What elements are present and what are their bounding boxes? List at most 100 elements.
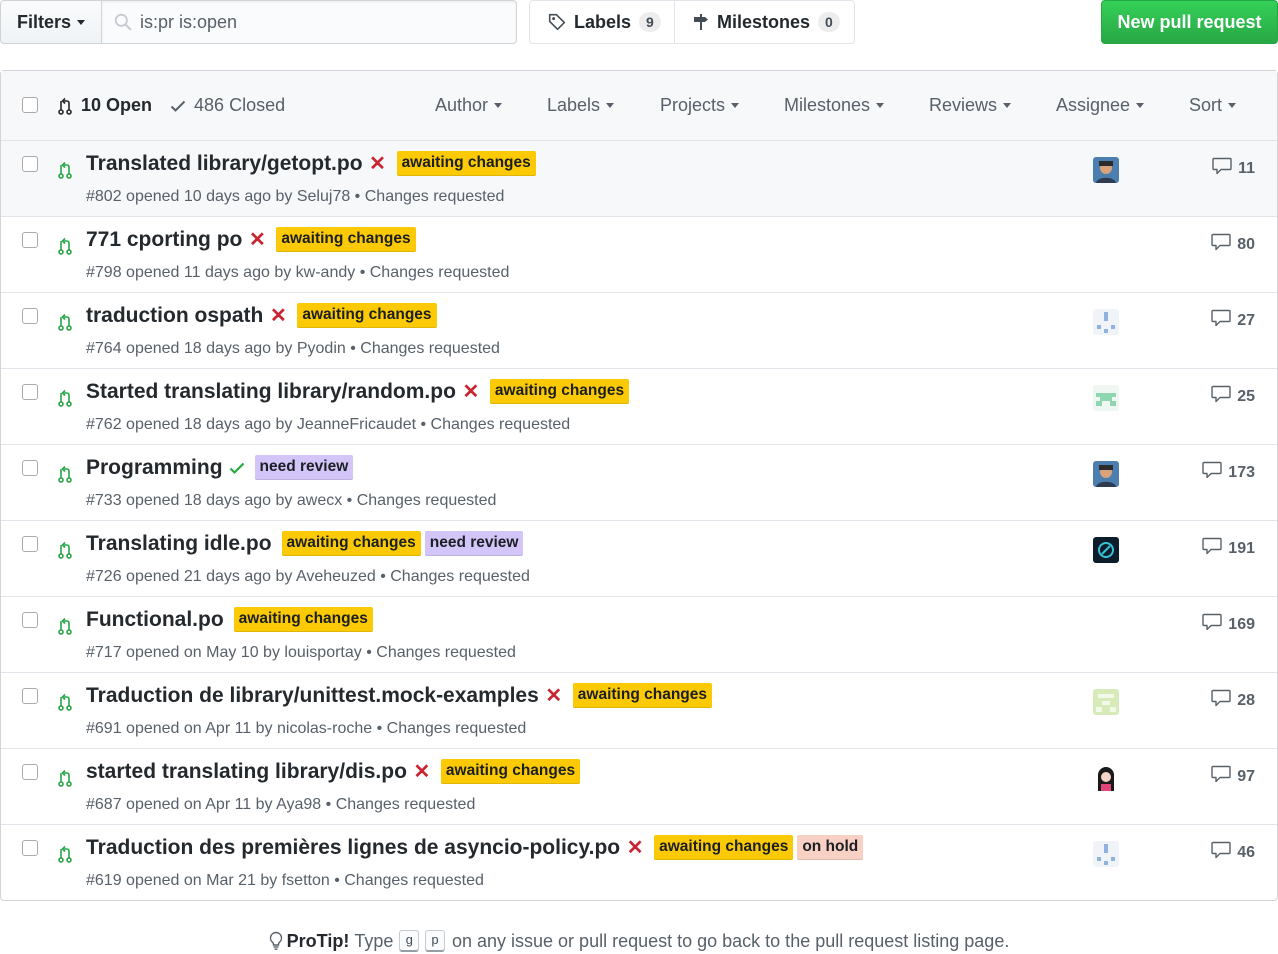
milestones-menu[interactable]: Milestones: [784, 95, 885, 116]
label-awaiting-changes[interactable]: awaiting changes: [396, 151, 536, 176]
row-checkbox[interactable]: [22, 308, 38, 324]
failure-x-icon[interactable]: ✕: [462, 379, 480, 404]
comments-link[interactable]: 25: [1211, 385, 1255, 408]
assignee-avatar[interactable]: [1093, 157, 1119, 183]
pull-request-number: #691: [86, 720, 122, 737]
pull-request-title[interactable]: started translating library/dis.po: [86, 760, 407, 784]
row-checkbox[interactable]: [22, 156, 38, 172]
label-awaiting-changes[interactable]: awaiting changes: [233, 607, 373, 632]
row-checkbox[interactable]: [22, 536, 38, 552]
pull-request-title[interactable]: Programming: [86, 456, 223, 480]
new-pull-request-button[interactable]: New pull request: [1101, 0, 1278, 44]
assignee-avatar[interactable]: [1093, 689, 1119, 715]
review-status-link[interactable]: Changes requested: [376, 644, 516, 661]
failure-x-icon[interactable]: ✕: [545, 683, 563, 708]
comments-link[interactable]: 173: [1202, 461, 1255, 484]
open-pull-request-icon: [58, 464, 72, 489]
search-input[interactable]: [140, 11, 500, 33]
review-status-link[interactable]: Changes requested: [370, 264, 510, 281]
labels-button[interactable]: Labels 9: [529, 0, 675, 44]
pull-request-title[interactable]: 771 cporting po: [86, 228, 242, 252]
comments-link[interactable]: 191: [1202, 537, 1255, 560]
author-menu[interactable]: Author: [435, 95, 503, 116]
pull-request-title[interactable]: traduction ospath: [86, 304, 263, 328]
comment-count: 28: [1237, 691, 1255, 709]
author-link[interactable]: awecx: [297, 492, 342, 509]
review-status-link[interactable]: Changes requested: [390, 568, 530, 585]
label-awaiting-changes[interactable]: awaiting changes: [654, 835, 794, 860]
review-status-link[interactable]: Changes requested: [387, 720, 527, 737]
projects-menu[interactable]: Projects: [660, 95, 740, 116]
author-link[interactable]: kw-andy: [296, 264, 356, 281]
author-link[interactable]: louisportay: [284, 644, 361, 661]
label-need-review[interactable]: need review: [254, 455, 354, 480]
lightbulb-icon: [269, 931, 282, 950]
label-awaiting-changes[interactable]: awaiting changes: [281, 531, 421, 556]
author-link[interactable]: Pyodin: [297, 340, 346, 357]
pull-request-title[interactable]: Functional.po: [86, 608, 224, 632]
label-awaiting-changes[interactable]: awaiting changes: [297, 303, 437, 328]
assignee-menu[interactable]: Assignee: [1056, 95, 1145, 116]
review-status-link[interactable]: Changes requested: [431, 416, 571, 433]
review-status-link[interactable]: Changes requested: [360, 340, 500, 357]
author-link[interactable]: JeanneFricaudet: [297, 416, 416, 433]
failure-x-icon[interactable]: ✕: [413, 759, 431, 784]
pull-request-title[interactable]: Translating idle.po: [86, 532, 272, 556]
success-check-icon[interactable]: [229, 461, 245, 475]
label-awaiting-changes[interactable]: awaiting changes: [572, 683, 712, 708]
assignee-avatar[interactable]: [1093, 537, 1119, 563]
row-checkbox[interactable]: [22, 688, 38, 704]
review-status-link[interactable]: Changes requested: [344, 872, 484, 889]
review-status-link[interactable]: Changes requested: [365, 188, 505, 205]
assignee-avatar[interactable]: [1093, 841, 1119, 867]
comments-link[interactable]: 97: [1211, 765, 1255, 788]
label-on-hold[interactable]: on hold: [797, 835, 864, 860]
review-status-link[interactable]: Changes requested: [336, 796, 476, 813]
comments-link[interactable]: 11: [1212, 157, 1255, 180]
comments-link[interactable]: 28: [1211, 689, 1255, 712]
chevron-down-icon: [731, 103, 740, 108]
author-link[interactable]: nicolas-roche: [277, 720, 372, 737]
author-link[interactable]: Seluj78: [297, 188, 350, 205]
filters-button[interactable]: Filters: [0, 0, 102, 44]
assignee-avatar[interactable]: [1093, 385, 1119, 411]
row-checkbox[interactable]: [22, 764, 38, 780]
row-checkbox[interactable]: [22, 232, 38, 248]
pull-request-number: #726: [86, 568, 122, 585]
pull-request-title[interactable]: Started translating library/random.po: [86, 380, 456, 404]
label-need-review[interactable]: need review: [424, 531, 524, 556]
comment-count: 169: [1228, 615, 1255, 633]
row-checkbox[interactable]: [22, 384, 38, 400]
assignee-avatar[interactable]: [1093, 461, 1119, 487]
pull-request-title[interactable]: Translated library/getopt.po: [86, 152, 363, 176]
chevron-down-icon: [494, 103, 503, 108]
failure-x-icon[interactable]: ✕: [626, 835, 644, 860]
assignee-avatar[interactable]: [1093, 309, 1119, 335]
milestones-button[interactable]: Milestones 0: [674, 0, 855, 44]
failure-x-icon[interactable]: ✕: [369, 151, 387, 176]
comment-icon: [1202, 613, 1222, 636]
comments-link[interactable]: 46: [1211, 841, 1255, 864]
pull-request-title[interactable]: Traduction des premières lignes de async…: [86, 836, 620, 860]
comments-link[interactable]: 169: [1202, 613, 1255, 636]
open-pull-request-icon: [58, 540, 72, 565]
row-checkbox[interactable]: [22, 612, 38, 628]
failure-x-icon[interactable]: ✕: [269, 303, 287, 328]
assignee-avatar[interactable]: [1093, 765, 1119, 791]
comments-link[interactable]: 27: [1211, 309, 1255, 332]
review-status-link[interactable]: Changes requested: [357, 492, 497, 509]
label-awaiting-changes[interactable]: awaiting changes: [440, 759, 581, 784]
comments-link[interactable]: 80: [1211, 233, 1255, 256]
reviews-menu[interactable]: Reviews: [929, 95, 1012, 116]
sort-menu[interactable]: Sort: [1189, 95, 1237, 116]
author-link[interactable]: Aveheuzed: [296, 568, 376, 585]
row-checkbox[interactable]: [22, 460, 38, 476]
label-awaiting-changes[interactable]: awaiting changes: [489, 379, 630, 404]
label-awaiting-changes[interactable]: awaiting changes: [276, 227, 416, 252]
author-link[interactable]: fsetton: [282, 872, 330, 889]
row-checkbox[interactable]: [22, 840, 38, 856]
pull-request-title[interactable]: Traduction de library/unittest.mock-exam…: [86, 684, 539, 708]
labels-menu[interactable]: Labels: [547, 95, 615, 116]
author-link[interactable]: Aya98: [276, 796, 321, 813]
failure-x-icon[interactable]: ✕: [248, 227, 266, 252]
